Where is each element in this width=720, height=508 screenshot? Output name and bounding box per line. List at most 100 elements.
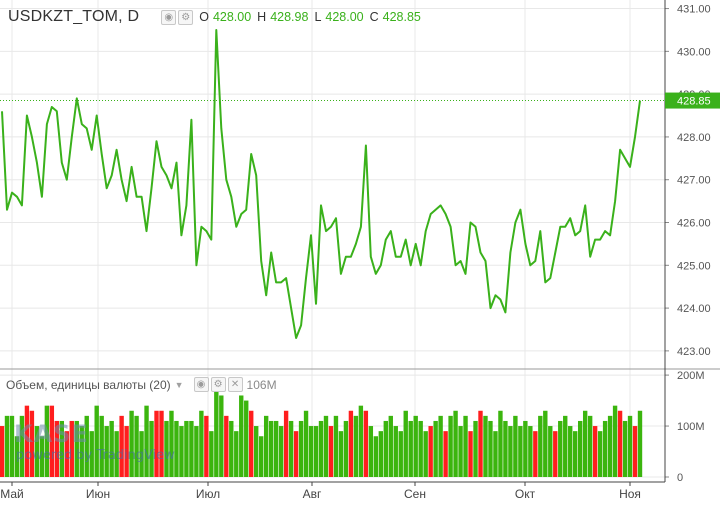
volume-bar [298,420,304,477]
price-tick-label: 427.00 [677,175,711,187]
kase-logo: KASE [14,420,89,448]
price-tick-label: 431.00 [677,4,711,16]
close-icon[interactable]: ✕ [227,377,243,392]
volume-bar [592,426,598,477]
volume-bar [453,410,458,477]
open-label: O [199,10,209,24]
volume-bar [129,410,134,477]
volume-bar [214,385,219,477]
volume-bar [4,415,10,477]
volume-bar [119,415,124,477]
visibility-toggle-icon[interactable]: ◉ [161,9,177,25]
volume-bar [169,410,174,477]
volume-bar [418,420,423,477]
last-price-tag-label: 428.85 [677,96,711,108]
volume-bar [413,415,418,477]
low-label: L [314,10,322,24]
volume-bar [568,426,573,477]
volume-bar [543,410,548,477]
volume-bar [573,431,578,477]
volume-bar [249,410,254,477]
chevron-down-icon[interactable]: ▼ [175,380,184,390]
volume-bar [338,431,344,477]
volume-bar [263,415,269,477]
volume-bar [184,420,189,477]
volume-bar [278,426,284,477]
volume-bar [333,415,339,477]
powered-by-credit[interactable]: powered by TradingView [16,448,175,463]
chart-widget[interactable]: 423.00424.00425.00426.00427.00428.00429.… [0,0,720,503]
volume-bar [239,395,244,477]
volume-bar [308,426,314,477]
volume-bar [478,410,483,477]
volume-bar [209,431,214,477]
low-value: 428.00 [325,10,364,24]
volume-bar [463,415,468,477]
volume-title[interactable]: Объем, единицы валюты (20) [6,378,171,392]
volume-bar [513,415,518,477]
volume-bar [587,415,593,477]
volume-bar [234,431,239,477]
volume-bar [488,420,493,477]
volume-bar [558,420,563,477]
volume-bar [283,410,289,477]
settings-gear-icon[interactable]: ⚙ [178,9,194,25]
volume-bar [433,420,438,477]
volume-bar [199,410,204,477]
volume-bar [328,426,334,477]
volume-bar [288,420,294,477]
volume-bar [258,436,264,477]
volume-bar [403,410,408,477]
volume-bar [224,415,229,477]
volume-bar [383,420,388,477]
volume-bar [423,431,428,477]
close-label: C [369,10,379,24]
volume-bar [508,426,513,477]
price-tick-label: 424.00 [677,303,711,315]
volume-bar [393,426,398,477]
volume-bar [617,410,623,477]
settings-gear-icon[interactable]: ⚙ [210,377,226,392]
volume-bar [473,420,478,477]
volume-bar [273,420,279,477]
volume-bar [443,431,448,477]
volume-bar [323,415,329,477]
time-tick-label: Сен [404,487,426,501]
volume-bar [144,405,149,477]
volume-bar [254,426,259,477]
volume-bar [373,436,379,477]
volume-bar [602,420,608,477]
volume-bar [458,426,463,477]
volume-tick-label: 0 [677,472,683,484]
volume-bar [293,431,299,477]
time-tick-label: Июн [86,487,110,501]
volume-bar [348,410,354,477]
high-value: 428.98 [270,10,309,24]
time-tick-label: Авг [303,487,322,501]
volume-bar [0,426,5,477]
volume-bar [313,426,319,477]
volume-bar [363,410,369,477]
volume-bar [503,420,508,477]
visibility-toggle-icon[interactable]: ◉ [193,377,209,392]
volume-bar [99,415,104,477]
volume-bar [358,405,364,477]
volume-bar [637,410,643,477]
volume-bar [219,395,224,477]
symbol-label[interactable]: USDKZT_TOM, D [8,8,139,26]
volume-bar [159,410,164,477]
volume-bar [378,431,384,477]
volume-bar [518,426,523,477]
volume-tick-label: 200M [677,370,705,382]
close-value: 428.85 [382,10,421,24]
volume-bar [597,431,603,477]
volume-bar [368,426,374,477]
volume-bar [244,400,249,477]
volume-tick-label: 100M [677,421,705,433]
price-chart[interactable]: 423.00424.00425.00426.00427.00428.00429.… [0,0,720,503]
volume-bar [468,431,473,477]
price-tick-label: 430.00 [677,46,711,58]
volume-bar [353,415,359,477]
volume-bar [523,420,528,477]
volume-value: 106M [246,377,277,392]
